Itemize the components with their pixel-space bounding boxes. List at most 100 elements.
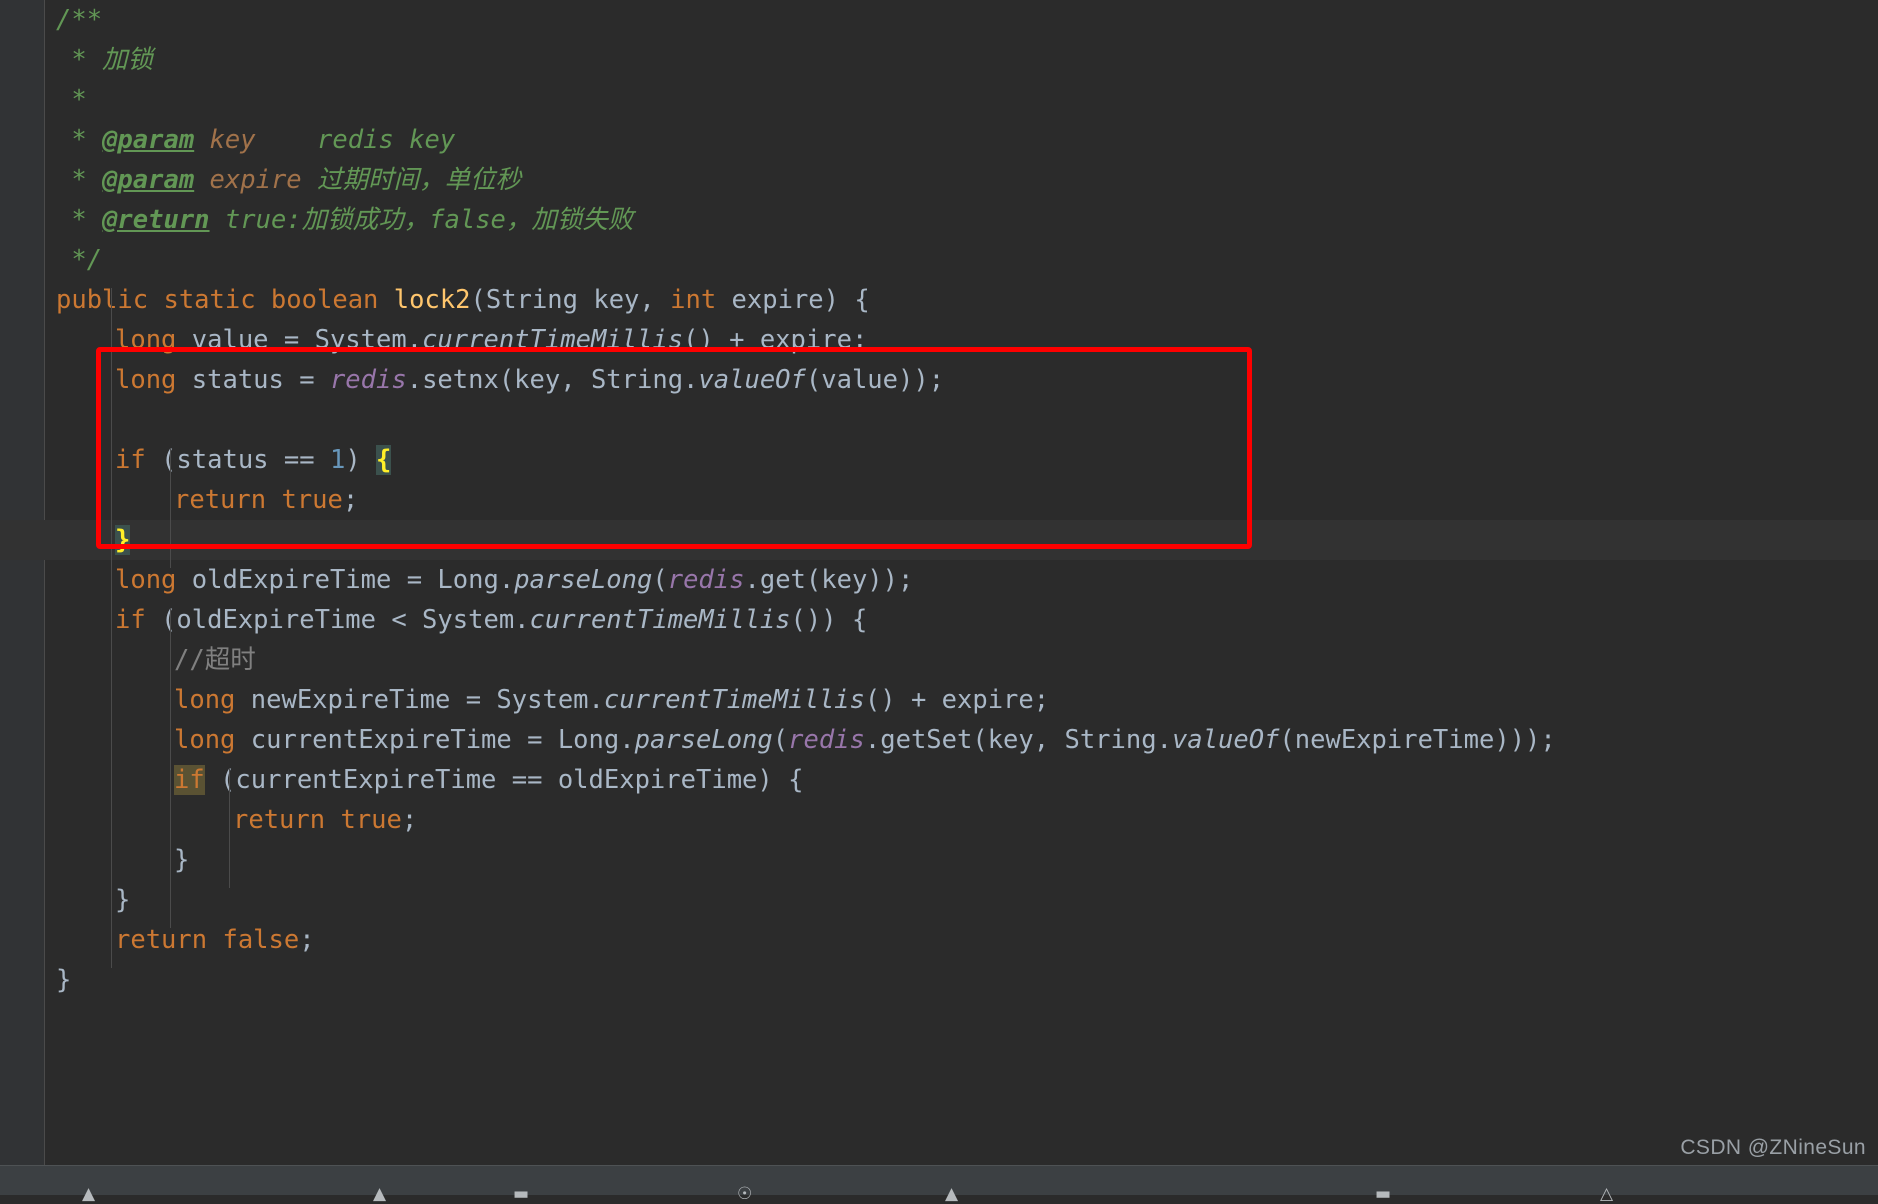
code-line[interactable]: */ [56,240,102,280]
code-token: (String key, [470,285,671,315]
code-token: () + expire; [683,325,868,355]
code-token: long [174,725,236,755]
code-line[interactable]: } [174,840,189,880]
code-token: * [56,85,87,115]
code-token: true:加锁成功，false，加锁失败 [209,205,634,235]
code-token: * [56,165,103,195]
code-line[interactable]: long currentExpireTime = Long.parseLong(… [174,720,1556,760]
code-line[interactable]: * 加锁 [56,40,153,80]
code-token: * 加锁 [56,45,154,75]
code-token: redis [788,725,865,755]
code-token: ( [652,565,668,595]
code-line[interactable]: long status = redis.setnx(key, String.va… [115,360,944,400]
code-token: .get(key)); [744,565,914,595]
code-line[interactable]: } [115,880,130,920]
code-token: if [174,765,205,795]
code-token: .getSet(key, String. [864,725,1172,755]
code-line[interactable]: //超时 [174,640,256,680]
code-token: lock2 [393,285,471,315]
code-token: ()) { [790,605,868,635]
bottom-toolbar[interactable]: ▲ ▲ ▬ ☉ ▲ ▬ △ [0,1165,1878,1203]
code-token: long [174,685,236,715]
indent-guide [170,448,171,568]
code-line[interactable]: * @param expire 过期时间，单位秒 [56,160,521,200]
code-token: if [115,445,146,475]
code-line[interactable]: if (oldExpireTime < System.currentTimeMi… [115,600,867,640]
code-token: (status == [145,445,330,475]
code-line[interactable]: * @return true:加锁成功，false，加锁失败 [56,200,633,240]
code-token: return true [233,805,402,835]
code-token: long [115,365,177,395]
code-token: ; [299,925,315,955]
code-token: parseLong [514,565,653,595]
code-token: status = [176,365,330,395]
code-token: oldExpireTime = Long. [176,565,515,595]
code-line[interactable]: } [56,960,71,1000]
code-line[interactable]: long newExpireTime = System.currentTimeM… [174,680,1049,720]
code-line[interactable]: return true; [174,480,358,520]
code-line[interactable]: long value = System.currentTimeMillis() … [115,320,867,360]
code-token: expire) { [716,285,870,315]
code-line[interactable]: long oldExpireTime = Long.parseLong(redi… [115,560,913,600]
code-token: */ [56,245,103,275]
code-line[interactable]: /** [56,0,102,40]
code-token: } [174,845,190,875]
code-token: valueOf [698,365,806,395]
indent-guide [111,288,112,968]
code-line[interactable]: if (currentExpireTime == oldExpireTime) … [174,760,803,800]
code-token: (newExpireTime))); [1279,725,1556,755]
code-token: } [115,885,131,915]
code-token: currentExpireTime = Long. [235,725,635,755]
code-token: } [56,965,72,995]
code-token: (oldExpireTime < System. [145,605,530,635]
code-token: 过期时间，单位秒 [301,165,522,195]
indent-guide [229,768,230,888]
code-token: (currentExpireTime == oldExpireTime) { [204,765,804,795]
code-token: long [115,325,177,355]
indent-guide [170,608,171,928]
code-token: .setnx(key, String. [406,365,699,395]
csdn-watermark: CSDN @ZNineSun [1680,1136,1866,1159]
code-token: ; [401,805,418,835]
code-line[interactable]: return false; [115,920,315,960]
code-token: redis [667,565,745,595]
code-token: int [670,285,717,315]
code-line[interactable]: * [56,80,87,120]
code-line[interactable]: } [115,520,131,560]
code-token: key [209,125,256,155]
code-token: redis key [255,125,456,155]
code-token: return false [115,925,300,955]
code-line[interactable]: if (status == 1) { [115,440,392,480]
code-token: * [56,125,103,155]
code-token: @return [102,205,210,235]
code-token: currentTimeMillis [529,605,791,635]
code-token: ; [342,485,359,515]
code-text-area[interactable]: /** * 加锁 * * @param key redis key * @par… [0,0,1878,1165]
code-token: @param [102,125,195,155]
code-token: redis [329,365,407,395]
current-line-highlight [0,520,1878,560]
code-editor[interactable]: /** * 加锁 * * @param key redis key * @par… [0,0,1878,1203]
code-token: () + expire; [864,685,1050,715]
code-token: /** [56,5,103,35]
code-line[interactable]: return true; [233,800,417,840]
code-token: * [56,205,103,235]
code-token: ) [345,445,377,475]
code-token: currentTimeMillis [422,325,684,355]
code-line[interactable]: public static boolean lock2(String key, … [56,280,870,320]
code-token: return true [174,485,343,515]
code-token: public static boolean [56,285,394,315]
code-token: 1 [329,445,346,475]
code-token: { [376,445,392,475]
code-token: value = System. [176,325,423,355]
code-token: expire [209,165,302,195]
code-token: currentTimeMillis [603,685,865,715]
code-token: long [115,565,177,595]
code-token: //超时 [174,645,256,675]
code-line[interactable]: * @param key redis key [56,120,455,160]
code-token: if [115,605,146,635]
code-token: @param [102,165,195,195]
code-token: (value)); [805,365,945,395]
